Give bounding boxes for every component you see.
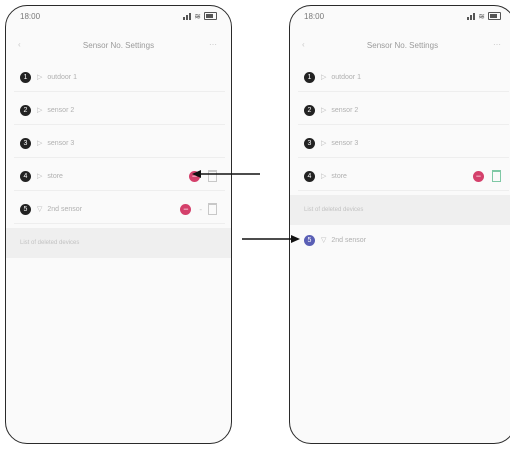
sensor-name: store bbox=[47, 172, 63, 180]
sensor-type-icon: ▷ bbox=[37, 140, 43, 147]
nav-bar: ‹ Sensor No. Settings ⋯ bbox=[290, 32, 510, 58]
wifi-icon: ≋ bbox=[194, 11, 201, 21]
sensor-number-icon: 2 bbox=[20, 104, 31, 116]
battery-icon bbox=[204, 12, 217, 20]
back-icon[interactable]: ‹ bbox=[18, 40, 21, 49]
status-time: 18:00 bbox=[20, 12, 41, 21]
signal-icon bbox=[183, 12, 192, 20]
arrow-icon bbox=[242, 235, 300, 243]
sensor-type-icon: ▷ bbox=[37, 74, 43, 81]
sensor-name: store bbox=[331, 172, 347, 180]
sensor-row[interactable]: 5 ▽ 2nd sensor − - bbox=[14, 195, 225, 224]
deleted-section-header: List of deleted devices bbox=[290, 195, 510, 225]
sensor-row[interactable]: 1 ▷ outdoor 1 bbox=[298, 63, 509, 92]
sensor-row[interactable]: 2 ▷ sensor 2 bbox=[298, 96, 509, 125]
sensor-name: sensor 3 bbox=[331, 139, 359, 147]
remove-button[interactable]: − bbox=[473, 170, 484, 182]
section-label: List of deleted devices bbox=[304, 207, 364, 213]
sensor-row[interactable]: 4 ▷ store − bbox=[298, 162, 509, 191]
sensor-row[interactable]: 2 ▷ sensor 2 bbox=[14, 96, 225, 125]
sensor-number-icon: 4 bbox=[304, 170, 315, 182]
sensor-number-icon: 4 bbox=[20, 170, 31, 182]
sensor-name: sensor 2 bbox=[331, 106, 359, 114]
trash-icon[interactable] bbox=[492, 170, 501, 182]
nav-bar: ‹ Sensor No. Settings ⋯ bbox=[6, 32, 231, 58]
sensor-row[interactable]: 3 ▷ sensor 3 bbox=[14, 129, 225, 158]
sensor-name: sensor 2 bbox=[47, 106, 75, 114]
arrow-icon bbox=[192, 170, 260, 178]
separator-dash: - bbox=[199, 204, 202, 214]
phone-after: 18:00 ≋ ‹ Sensor No. Settings ⋯ 1 ▷ outd… bbox=[289, 5, 510, 444]
sensor-row[interactable]: 3 ▷ sensor 3 bbox=[298, 129, 509, 158]
remove-button[interactable]: − bbox=[180, 203, 192, 215]
sensor-number-icon: 3 bbox=[20, 137, 31, 149]
status-time: 18:00 bbox=[304, 12, 325, 21]
sensor-type-icon: ▽ bbox=[321, 237, 327, 244]
sensor-number-icon: 5 bbox=[304, 234, 315, 246]
status-bar: 18:00 ≋ bbox=[6, 6, 231, 32]
sensor-number-icon: 3 bbox=[304, 137, 315, 149]
sensor-type-icon: ▷ bbox=[321, 140, 327, 147]
sensor-name: outdoor 1 bbox=[47, 73, 77, 81]
sensor-number-icon: 5 bbox=[20, 203, 31, 215]
sensor-type-icon: ▷ bbox=[37, 173, 43, 180]
more-icon[interactable]: ⋯ bbox=[209, 40, 217, 49]
sensor-name: 2nd sensor bbox=[47, 205, 83, 213]
sensor-name: outdoor 1 bbox=[331, 73, 361, 81]
sensor-name: 2nd sensor bbox=[331, 236, 367, 244]
sensor-number-icon: 2 bbox=[304, 104, 315, 116]
trash-icon[interactable] bbox=[208, 203, 217, 215]
sensor-number-icon: 1 bbox=[304, 71, 315, 83]
section-label: List of deleted devices bbox=[20, 240, 80, 246]
phone-before: 18:00 ≋ ‹ Sensor No. Settings ⋯ 1 ▷ outd… bbox=[5, 5, 232, 444]
status-icons: ≋ bbox=[183, 12, 217, 20]
sensor-type-icon: ▷ bbox=[321, 74, 327, 81]
page-title: Sensor No. Settings bbox=[366, 40, 439, 50]
sensor-type-icon: ▷ bbox=[37, 107, 43, 114]
battery-icon bbox=[488, 12, 501, 20]
status-bar: 18:00 ≋ bbox=[290, 6, 510, 32]
sensor-row[interactable]: 1 ▷ outdoor 1 bbox=[14, 63, 225, 92]
signal-icon bbox=[467, 12, 476, 20]
more-icon[interactable]: ⋯ bbox=[493, 40, 501, 49]
status-icons: ≋ bbox=[467, 12, 501, 20]
deleted-sensor-row[interactable]: 5 ▽ 2nd sensor bbox=[298, 226, 509, 254]
back-icon[interactable]: ‹ bbox=[302, 40, 305, 49]
sensor-type-icon: ▷ bbox=[321, 107, 327, 114]
sensor-name: sensor 3 bbox=[47, 139, 75, 147]
sensor-number-icon: 1 bbox=[20, 71, 31, 83]
sensor-type-icon: ▷ bbox=[321, 173, 327, 180]
page-title: Sensor No. Settings bbox=[82, 40, 155, 50]
deleted-section-header: List of deleted devices bbox=[6, 228, 231, 258]
sensor-type-icon: ▽ bbox=[37, 206, 43, 213]
wifi-icon: ≋ bbox=[478, 11, 485, 21]
